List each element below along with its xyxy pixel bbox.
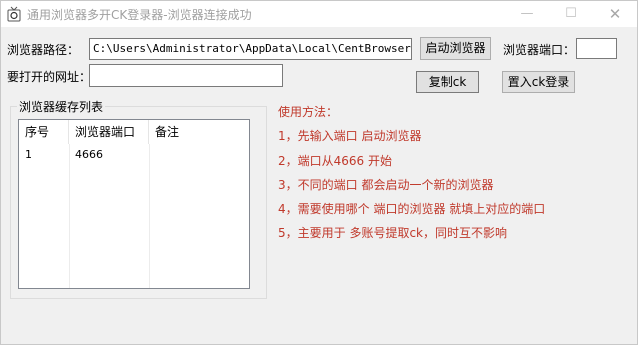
column-header-port[interactable]: 浏览器端口 — [69, 120, 149, 144]
instruction-step-4: 4，需要使用哪个 端口的浏览器 就填上对应的端口 — [278, 202, 546, 216]
instruction-step-3: 3，不同的端口 都会启动一个新的浏览器 — [278, 178, 494, 192]
instruction-step-1: 1，先输入端口 启动浏览器 — [278, 129, 422, 143]
url-label: 要打开的网址： — [7, 70, 92, 84]
copy-ck-button[interactable]: 复制ck — [416, 71, 479, 93]
close-button[interactable]: ✕ — [593, 3, 637, 25]
row-port-cell: 4666 — [75, 148, 103, 161]
instructions-heading: 使用方法： — [278, 105, 339, 119]
row-index-cell: 1 — [25, 148, 32, 161]
minimize-button[interactable]: — — [505, 3, 549, 25]
title-bar[interactable]: 通用浏览器多开CK登录器-浏览器连接成功 — ☐ ✕ — [1, 1, 637, 27]
start-browser-button[interactable]: 启动浏览器 — [420, 37, 491, 60]
import-ck-login-button[interactable]: 置入ck登录 — [502, 71, 575, 93]
instruction-step-5: 5，主要用于 多账号提取ck，同时互不影响 — [278, 226, 507, 240]
window-title: 通用浏览器多开CK登录器-浏览器连接成功 — [27, 8, 252, 22]
url-input[interactable] — [89, 64, 283, 87]
list-body: 1 4666 — [19, 144, 249, 288]
instruction-step-2: 2，端口从4666 开始 — [278, 154, 392, 168]
list-header: 序号 浏览器端口 备注 — [19, 120, 249, 144]
browser-port-label: 浏览器端口： — [503, 43, 576, 57]
column-header-note[interactable]: 备注 — [149, 120, 249, 144]
browser-cache-list[interactable]: 序号 浏览器端口 备注 1 4666 — [18, 119, 250, 289]
browser-path-input[interactable]: C:\Users\Administrator\AppData\Local\Cen… — [89, 38, 412, 60]
app-window: 通用浏览器多开CK登录器-浏览器连接成功 — ☐ ✕ 浏览器路径： C:\Use… — [0, 0, 638, 345]
browser-port-input[interactable] — [576, 38, 617, 59]
browser-cache-group-title: 浏览器缓存列表 — [17, 98, 106, 115]
browser-path-label: 浏览器路径： — [7, 43, 80, 57]
app-icon — [7, 6, 21, 22]
maximize-button[interactable]: ☐ — [549, 3, 593, 25]
column-header-index[interactable]: 序号 — [19, 120, 69, 144]
